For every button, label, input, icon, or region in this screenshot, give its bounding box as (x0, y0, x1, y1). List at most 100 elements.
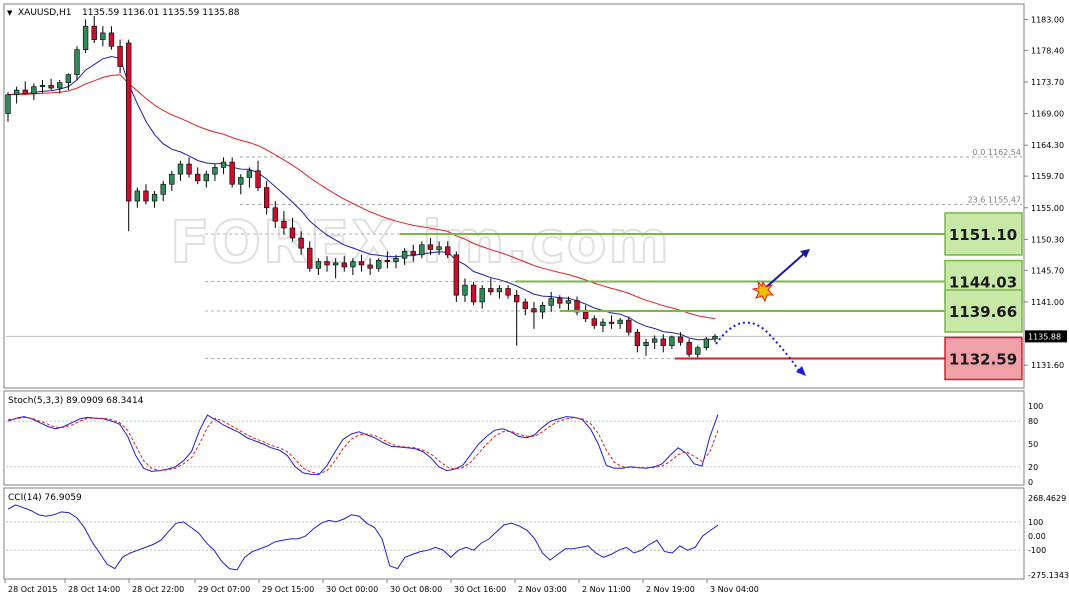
indicator-tick-label: 0.00 (1028, 532, 1046, 541)
candle-body (686, 341, 692, 355)
candle-body (203, 173, 209, 182)
candle-body (703, 338, 710, 348)
indicator-tick-label: 0 (1028, 478, 1033, 487)
time-tick-label: 28 Oct 14:00 (68, 585, 120, 594)
time-tick-label: 28 Oct 22:00 (132, 585, 184, 594)
candle-body (341, 262, 347, 268)
indicator-tick-label: 80 (1028, 417, 1038, 426)
candle-body (350, 261, 356, 268)
time-tick-label: 28 Oct 2015 (8, 585, 57, 594)
candle-body (195, 173, 201, 182)
candle-body (419, 244, 425, 256)
candle-body (712, 335, 718, 340)
candle-body (660, 338, 666, 346)
candle-body (539, 304, 546, 313)
price-tick-label: 1150.30 (1031, 235, 1064, 244)
candle-body (651, 338, 658, 343)
candle-body (238, 177, 244, 185)
time-tick-label: 3 Nov 04:00 (710, 585, 759, 594)
watermark: FOREX.im.com (170, 208, 671, 276)
candle-body (177, 163, 184, 175)
indicator-tick-label: -100 (1028, 546, 1046, 555)
candle-body (272, 207, 278, 222)
candle-body (488, 288, 494, 293)
candle-body (505, 288, 511, 296)
candle-body (315, 261, 322, 269)
candle-body (22, 89, 28, 94)
candle-body (100, 32, 106, 40)
candle-body (324, 261, 330, 266)
level-label: 1151.10 (949, 226, 1017, 244)
candle-body (57, 82, 63, 89)
price-tick-label: 1141.00 (1031, 298, 1064, 307)
candle-body (522, 301, 528, 309)
time-tick-label: 2 Nov 19:00 (646, 585, 695, 594)
ohlc-values: 1135.59 1136.01 1135.59 1135.88 (82, 8, 240, 18)
candle-body (74, 49, 80, 75)
candle-body (531, 308, 537, 313)
candle-body (643, 341, 649, 346)
time-tick-label: 29 Oct 15:00 (262, 585, 314, 594)
time-tick-label: 29 Oct 07:00 (198, 585, 250, 594)
candle-body (186, 163, 192, 175)
time-tick-label: 2 Nov 03:00 (518, 585, 567, 594)
candle-body (82, 25, 89, 51)
indicator-tick-label: 268.4629 (1028, 494, 1066, 503)
fib-label: 0.0 1162.54 (973, 148, 1021, 157)
candle-body (436, 246, 442, 250)
candle-body (263, 187, 270, 209)
candle-body (393, 257, 399, 262)
time-tick-label: 2 Nov 11:00 (582, 585, 631, 594)
candle-body (65, 74, 72, 83)
indicator-tick-label: 100 (1028, 402, 1043, 411)
candle-body (582, 311, 589, 320)
price-tick-label: 1164.30 (1031, 141, 1064, 150)
time-tick-label: 30 Oct 16:00 (454, 585, 506, 594)
candle-body (169, 173, 175, 185)
candle-body (548, 298, 554, 306)
candle-body (246, 170, 253, 178)
indicator-tick-label: -275.1343 (1028, 571, 1069, 580)
candle-body (151, 194, 158, 202)
price-tick-label: 1155.00 (1031, 204, 1064, 213)
candle-body (229, 161, 235, 185)
candle-body (376, 259, 382, 269)
candle-body (669, 336, 675, 346)
time-tick-label: 30 Oct 08:00 (390, 585, 442, 594)
level-label: 1139.66 (949, 303, 1017, 321)
candle-body (212, 167, 218, 175)
candle-body (557, 298, 563, 304)
cci-label: CCI(14) 76.9059 (8, 493, 82, 503)
candle-body (48, 85, 54, 89)
indicator-tick-label: 100 (1028, 518, 1043, 527)
candle-body (634, 331, 641, 346)
candle-body (479, 288, 485, 303)
candle-body (332, 262, 339, 266)
candle-body (617, 319, 623, 324)
candle-body (289, 227, 296, 239)
price-tick-label: 1145.70 (1031, 266, 1064, 275)
level-label: 1144.03 (949, 274, 1017, 292)
candle-body (160, 183, 166, 195)
candle-body (565, 300, 572, 304)
candle-body (470, 284, 477, 303)
candle-body (117, 46, 123, 67)
candle-body (358, 261, 365, 266)
price-tick-label: 1131.60 (1031, 361, 1064, 370)
current-price-label: 1135.88 (1028, 332, 1061, 341)
indicator-tick-label: 20 (1028, 463, 1038, 472)
candle-body (677, 336, 684, 343)
candle-body (31, 86, 37, 94)
candle-body (608, 321, 615, 324)
candle-body (626, 319, 632, 333)
indicator-tick-label: 50 (1028, 440, 1038, 449)
candle-body (108, 32, 115, 47)
price-tick-label: 1178.40 (1031, 46, 1064, 55)
stoch-label: Stoch(5,3,3) 89.0909 68.3414 (8, 396, 144, 406)
candle-body (91, 25, 97, 40)
candle-body (255, 170, 261, 188)
fib-label: 23.6 1155.47 (968, 196, 1021, 205)
candle-body (307, 247, 313, 269)
candle-body (453, 254, 460, 296)
candle-body (591, 318, 597, 326)
